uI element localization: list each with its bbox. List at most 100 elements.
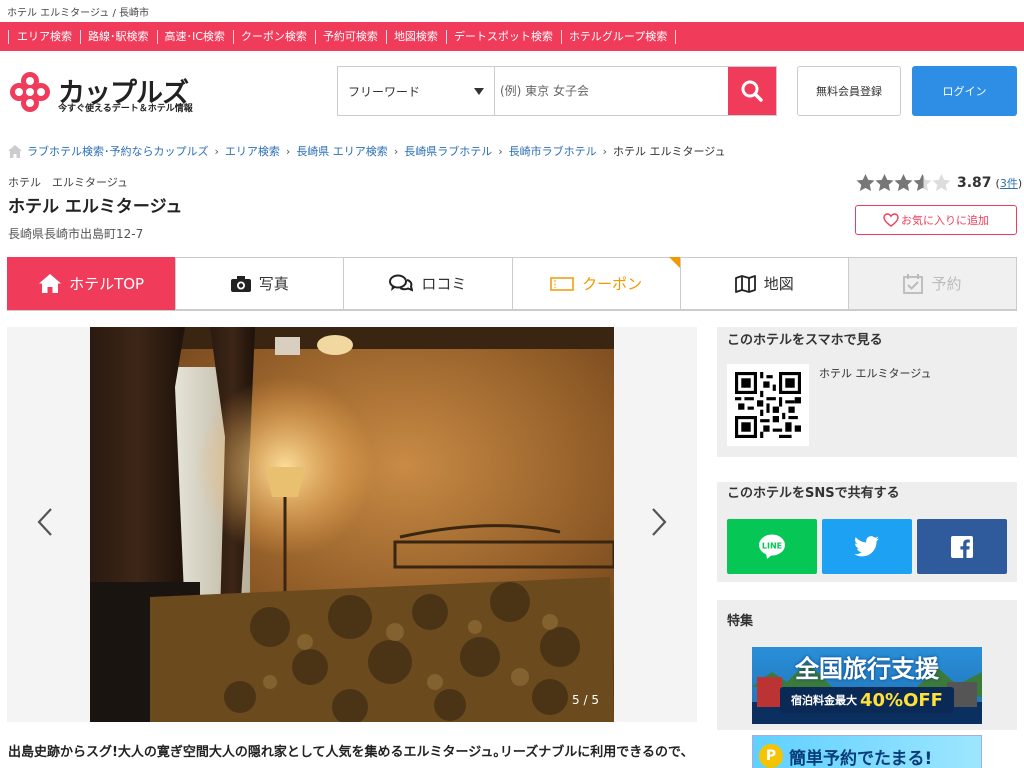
tab-label: 写真 bbox=[258, 275, 289, 293]
hotel-tabs: ホテルTOP 写真 ロコミ クーポン 地図 予約 bbox=[7, 257, 1018, 311]
search-button[interactable] bbox=[728, 67, 776, 115]
breadcrumb-item[interactable]: ラブホテル検索･予約ならカップルズ bbox=[27, 143, 209, 159]
banner-title: 全国旅行支援 bbox=[795, 655, 939, 683]
search-type-value: フリーワード bbox=[348, 84, 421, 99]
breadcrumb-item[interactable]: 長崎県ラブホテル bbox=[404, 143, 492, 159]
page-title: ホテル エルミタージュ bbox=[8, 197, 183, 217]
review-count: (3件) bbox=[996, 175, 1023, 191]
rating-score: 3.87 bbox=[957, 175, 992, 191]
feature-section: 特集 全国旅行支援 宿泊料金最大 40%OFF bbox=[717, 600, 1017, 730]
camera-icon bbox=[230, 275, 251, 292]
rating-stars bbox=[856, 174, 951, 192]
sidebar: このホテルをスマホで見る ホテル エルミタージュ このホテルをSNSで共有する … bbox=[717, 327, 1017, 768]
chevron-right-icon: › bbox=[602, 144, 608, 158]
facebook-icon bbox=[951, 535, 973, 558]
star-icon bbox=[875, 174, 894, 192]
line-icon-label: LINE bbox=[762, 541, 782, 550]
nav-reservable-search[interactable]: 予約可検索 bbox=[315, 29, 387, 44]
ticket-icon bbox=[550, 276, 574, 291]
chevron-left-icon bbox=[37, 508, 52, 536]
login-button[interactable]: ログイン bbox=[912, 66, 1017, 116]
tab-reviews[interactable]: ロコミ bbox=[343, 257, 512, 310]
tab-map[interactable]: 地図 bbox=[679, 257, 848, 310]
star-empty-icon bbox=[932, 174, 951, 192]
line-icon: LINE bbox=[759, 534, 785, 559]
breadcrumb-current: ホテル エルミタージュ bbox=[613, 145, 726, 158]
breadcrumb-item[interactable]: 長崎県 エリア検索 bbox=[296, 143, 388, 159]
breadcrumb: ラブホテル検索･予約ならカップルズ › エリア検索 › 長崎県 エリア検索 › … bbox=[8, 143, 726, 159]
add-favorite-button[interactable]: お気に入りに追加 bbox=[855, 205, 1017, 235]
easy-reservation-banner[interactable]: P 簡単予約でたまる! bbox=[752, 735, 982, 768]
nav-date-spot-search[interactable]: デートスポット検索 bbox=[446, 29, 562, 44]
site-header: カップルズ 今すぐ使えるデート＆ホテル情報 フリーワード 無料会員登録 ログイン bbox=[0, 51, 1024, 131]
logo-tagline: 今すぐ使えるデート＆ホテル情報 bbox=[58, 104, 193, 114]
global-nav: エリア検索 路線･駅検索 高速･IC検索 クーポン検索 予約可検索 地図検索 デ… bbox=[0, 22, 1024, 51]
calendar-check-icon bbox=[903, 273, 924, 294]
star-icon bbox=[856, 174, 875, 192]
home-icon bbox=[39, 274, 62, 293]
star-half-icon bbox=[913, 174, 932, 192]
sns-title: このホテルをSNSで共有する bbox=[727, 486, 900, 501]
nav-map-search[interactable]: 地図検索 bbox=[386, 29, 447, 44]
twitter-bird-icon bbox=[854, 535, 880, 556]
breadcrumb-item[interactable]: エリア検索 bbox=[225, 143, 280, 159]
star-icon bbox=[894, 174, 913, 192]
nav-route-search[interactable]: 路線･駅検索 bbox=[80, 29, 158, 44]
hotel-rating: 3.87 (3件) bbox=[856, 174, 1022, 192]
dropdown-arrow-icon bbox=[474, 88, 484, 95]
search-type-select[interactable]: フリーワード bbox=[338, 67, 495, 115]
tab-label: クーポン bbox=[582, 275, 643, 293]
top-strip-text: ホテル エルミタージュ / 長崎市 bbox=[7, 7, 150, 19]
add-favorite-label: お気に入りに追加 bbox=[901, 214, 989, 227]
chat-icon bbox=[389, 274, 414, 293]
chevron-right-icon: › bbox=[214, 144, 219, 158]
home-icon[interactable] bbox=[8, 144, 22, 158]
tab-coupon[interactable]: クーポン bbox=[511, 257, 681, 310]
tab-reserve: 予約 bbox=[847, 257, 1018, 310]
review-count-close: ) bbox=[1017, 177, 1023, 190]
chevron-right-icon bbox=[652, 508, 667, 536]
search-box: フリーワード bbox=[337, 66, 777, 116]
tab-label: ロコミ bbox=[421, 275, 467, 293]
clover-logo-icon bbox=[10, 72, 50, 112]
tab-label: 予約 bbox=[931, 275, 962, 293]
smartphone-section: このホテルをスマホで見る ホテル エルミタージュ bbox=[717, 327, 1017, 457]
twitter-share-button[interactable] bbox=[822, 519, 912, 574]
nav-hotel-group-search[interactable]: ホテルグループ検索 bbox=[561, 29, 677, 44]
qr-hotel-name: ホテル エルミタージュ bbox=[819, 367, 932, 380]
chevron-right-icon: › bbox=[498, 144, 503, 158]
nav-coupon-search[interactable]: クーポン検索 bbox=[233, 29, 316, 44]
travel-support-banner[interactable]: 全国旅行支援 宿泊料金最大 40%OFF bbox=[752, 647, 982, 724]
tab-label: 地図 bbox=[763, 275, 794, 293]
gallery-prev-button[interactable] bbox=[35, 507, 55, 537]
line-share-button[interactable]: LINE bbox=[727, 519, 817, 574]
gallery-next-button[interactable] bbox=[649, 507, 669, 537]
qr-code bbox=[727, 364, 809, 446]
site-logo[interactable]: カップルズ 今すぐ使えるデート＆ホテル情報 bbox=[8, 67, 193, 117]
banner-discount: 40%OFF bbox=[860, 689, 943, 711]
facebook-share-button[interactable] bbox=[917, 519, 1007, 574]
banner-subtext: 宿泊料金最大 bbox=[791, 694, 857, 707]
search-input[interactable] bbox=[495, 67, 728, 115]
smartphone-title: このホテルをスマホで見る bbox=[727, 333, 883, 348]
tab-photos[interactable]: 写真 bbox=[175, 257, 344, 310]
search-icon bbox=[741, 80, 763, 102]
review-count-link[interactable]: 3件 bbox=[1000, 177, 1018, 190]
breadcrumb-item[interactable]: 長崎市ラブホテル bbox=[509, 143, 597, 159]
register-button[interactable]: 無料会員登録 bbox=[797, 66, 901, 116]
hotel-address: 長崎県長崎市出島町12-7 bbox=[8, 227, 144, 241]
photo-counter: 5 / 5 bbox=[572, 693, 599, 707]
map-icon bbox=[734, 274, 756, 293]
hotel-description: 出島史跡からスグ!大人の寛ぎ空間大人の隠れ家として人気を集めるエルミタージュ｡リ… bbox=[8, 745, 688, 760]
top-strip: ホテル エルミタージュ / 長崎市 bbox=[0, 0, 1024, 22]
point-coin-icon: P bbox=[759, 744, 783, 768]
tab-hotel-top[interactable]: ホテルTOP bbox=[7, 257, 176, 310]
photo-gallery: 5 / 5 bbox=[7, 327, 697, 722]
nav-highway-search[interactable]: 高速･IC検索 bbox=[157, 29, 234, 44]
chevron-right-icon: › bbox=[285, 144, 291, 158]
nav-area-search[interactable]: エリア検索 bbox=[8, 29, 81, 44]
qr-code-icon bbox=[735, 372, 801, 438]
heart-icon bbox=[883, 213, 899, 227]
hotel-room-photo: 5 / 5 bbox=[90, 327, 614, 722]
hotel-kana: ホテル エルミタージュ bbox=[8, 176, 129, 189]
